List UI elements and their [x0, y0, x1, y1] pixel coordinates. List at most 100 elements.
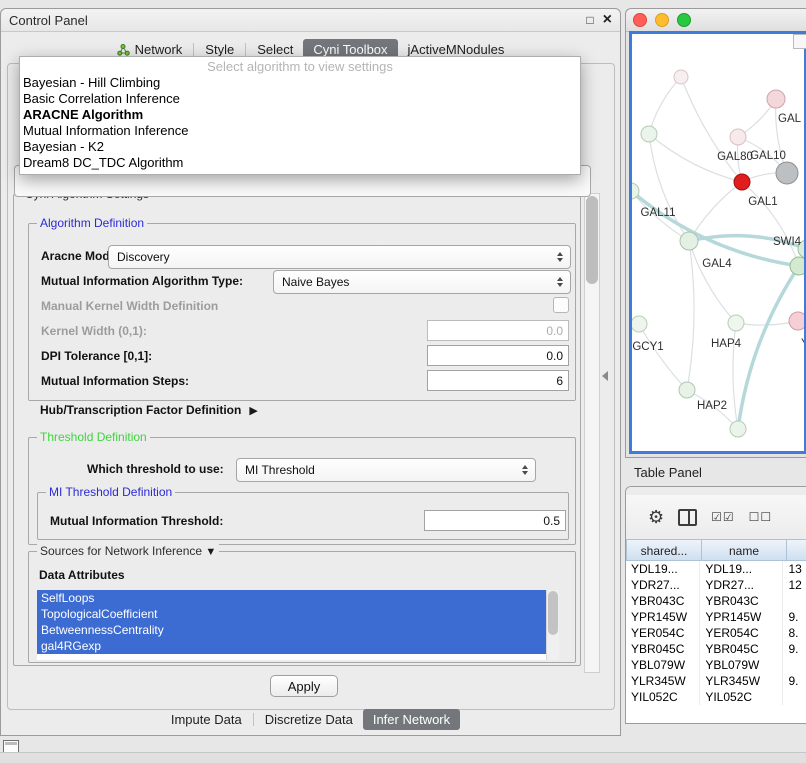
column-header[interactable] [787, 539, 806, 561]
network-node[interactable] [776, 162, 798, 184]
expand-right-icon: ▶ [249, 404, 257, 417]
cyni-algorithm-settings-group: Cyni Algorithm Settings Algorithm Defini… [13, 194, 581, 666]
node-label: GCY1 [632, 341, 663, 353]
selected-value: Discovery [109, 250, 553, 264]
network-node[interactable] [767, 90, 785, 108]
kernel-width-field[interactable] [427, 320, 569, 341]
mi-steps-label: Mutual Information Steps: [41, 374, 189, 388]
network-canvas[interactable]: GALGAL80GAL10GAL11GAL1SWI4GAL4GCY1HAP4HA… [629, 31, 806, 454]
tab-separator [253, 713, 254, 726]
network-edge[interactable] [639, 324, 687, 390]
splitter-collapse-icon[interactable] [602, 371, 608, 381]
algorithm-option[interactable]: Dream8 DC_TDC Algorithm [20, 155, 580, 171]
algorithm-option[interactable]: Bayesian - Hill Climbing [20, 75, 580, 91]
settings-scrollbar[interactable] [584, 193, 600, 673]
table-window-titlebar [626, 487, 806, 495]
hub-definition-expander[interactable]: Hub/Transcription Factor Definition ▶ [40, 403, 258, 417]
algorithm-option[interactable]: Mutual Information Inference [20, 123, 580, 139]
network-edge[interactable] [738, 266, 799, 429]
network-node[interactable] [632, 316, 647, 332]
network-edge[interactable] [649, 77, 681, 134]
sources-title[interactable]: Sources for Network Inference ▼ [37, 544, 219, 558]
table-header: shared...name [626, 539, 806, 561]
bottom-status-strip [0, 752, 806, 763]
column-header[interactable]: name [702, 539, 787, 561]
table-row[interactable]: YER054CYER054C8. [626, 625, 806, 641]
node-label: GAL11 [641, 207, 676, 219]
network-edge[interactable] [689, 182, 742, 241]
tab-infer-network[interactable]: Infer Network [363, 709, 460, 730]
table-row[interactable]: YIL052CYIL052C [626, 689, 806, 705]
data-attributes-list[interactable]: SelfLoopsTopologicalCoefficientBetweenne… [37, 590, 559, 660]
algorithm-option[interactable]: Basic Correlation Inference [20, 91, 580, 107]
network-node[interactable] [730, 129, 746, 145]
bottom-tabs: Impute Data Discretize Data Infer Networ… [1, 709, 620, 730]
mi-steps-field[interactable] [427, 370, 569, 391]
node-label: Y [801, 338, 804, 350]
network-node[interactable] [679, 382, 695, 398]
network-node[interactable] [734, 174, 750, 190]
columns-icon[interactable] [678, 509, 697, 526]
dpi-tolerance-field[interactable] [427, 345, 569, 366]
list-scrollbar[interactable] [546, 590, 559, 660]
zoom-traffic-light-icon[interactable] [677, 13, 691, 27]
algorithm-dropdown-popup: Select algorithm to view settings Bayesi… [19, 56, 581, 175]
tab-impute-data[interactable]: Impute Data [161, 709, 252, 730]
mi-type-label: Mutual Information Algorithm Type: [41, 274, 243, 288]
apply-button[interactable]: Apply [270, 675, 338, 697]
table-cell: 13 [783, 561, 806, 577]
tab-label: Discretize Data [265, 712, 353, 727]
aracne-mode-select[interactable]: Discovery [108, 245, 571, 269]
scrollbar-thumb[interactable] [548, 591, 558, 635]
network-view-window: GALGAL80GAL10GAL11GAL1SWI4GAL4GCY1HAP4HA… [625, 8, 806, 458]
tab-separator [193, 43, 194, 56]
network-node[interactable] [789, 312, 804, 330]
network-node[interactable] [790, 257, 804, 275]
algorithm-option[interactable]: ARACNE Algorithm [20, 107, 580, 123]
mi-threshold-field[interactable] [424, 510, 566, 531]
column-header[interactable]: shared... [626, 539, 702, 561]
network-node[interactable] [680, 232, 698, 250]
mi-algorithm-type-select[interactable]: Naive Bayes [273, 270, 571, 294]
table-row[interactable]: YBR043CYBR043C [626, 593, 806, 609]
table-row[interactable]: YPR145WYPR145W9. [626, 609, 806, 625]
network-node[interactable] [730, 421, 746, 437]
minimize-traffic-light-icon[interactable] [655, 13, 669, 27]
deselect-all-icon[interactable]: ☐☐ [749, 510, 773, 524]
tab-label: jActiveMNodules [408, 42, 505, 57]
attribute-item[interactable]: gal4RGexp [37, 638, 546, 654]
table-cell [783, 593, 806, 609]
table-row[interactable]: YBL079WYBL079W [626, 657, 806, 673]
table-row[interactable]: YDL19...YDL19...13 [626, 561, 806, 577]
attribute-item[interactable]: BetweennessCentrality [37, 622, 546, 638]
network-edge[interactable] [687, 241, 694, 390]
scrollbar-thumb[interactable] [586, 196, 598, 284]
select-all-icon[interactable]: ☑☑ [711, 510, 735, 524]
table-row[interactable]: YLR345WYLR345W9. [626, 673, 806, 689]
float-window-icon[interactable]: □ [586, 14, 593, 26]
table-cell: 12 [783, 577, 806, 593]
data-attributes-label: Data Attributes [39, 568, 125, 582]
which-threshold-select[interactable]: MI Threshold [236, 458, 536, 482]
table-cell: YBR045C [700, 641, 783, 657]
attribute-item[interactable]: TopologicalCoefficient [37, 606, 546, 622]
tab-discretize-data[interactable]: Discretize Data [255, 709, 363, 730]
table-row[interactable]: YDR27...YDR27...12 [626, 577, 806, 593]
threshold-definition-title: Threshold Definition [37, 430, 150, 444]
gear-icon[interactable]: ⚙ [648, 507, 664, 528]
attribute-item[interactable]: SelfLoops [37, 590, 546, 606]
network-icon [117, 44, 130, 56]
tab-label: Select [257, 42, 293, 57]
network-edge[interactable] [681, 77, 742, 182]
network-node[interactable] [674, 70, 688, 84]
network-edge[interactable] [742, 182, 799, 266]
network-node[interactable] [728, 315, 744, 331]
close-traffic-light-icon[interactable] [633, 13, 647, 27]
network-node[interactable] [641, 126, 657, 142]
manual-kernel-checkbox[interactable] [553, 297, 569, 313]
table-row[interactable]: YBR045CYBR045C9. [626, 641, 806, 657]
network-edge[interactable] [689, 241, 736, 323]
close-icon[interactable]: × [603, 13, 612, 27]
algorithm-option[interactable]: Bayesian - K2 [20, 139, 580, 155]
table-cell: YBR043C [700, 593, 783, 609]
